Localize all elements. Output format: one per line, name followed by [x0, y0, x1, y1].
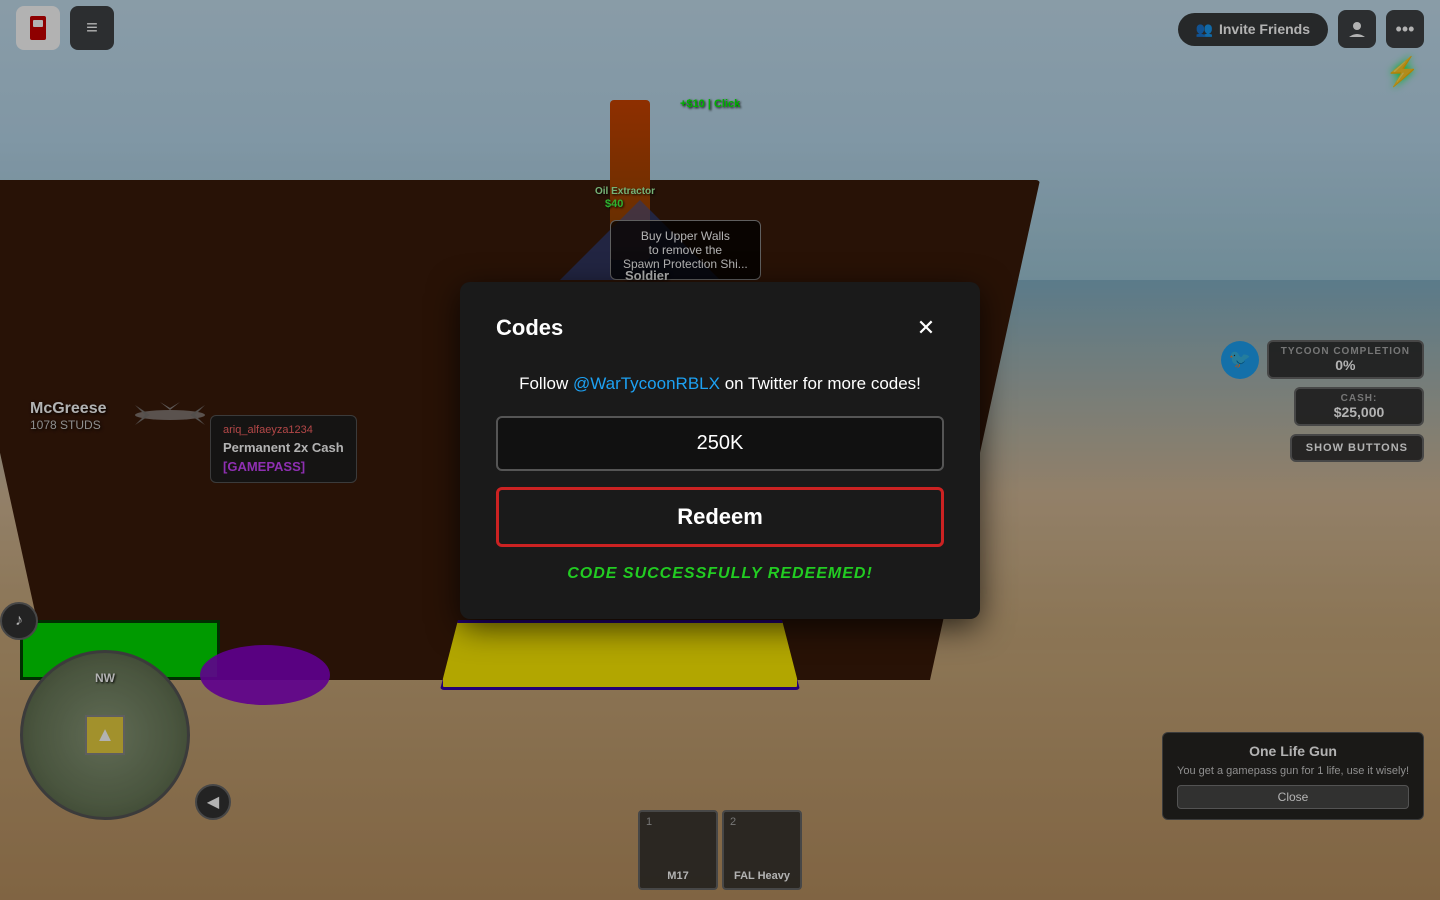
modal-subtitle: Follow @WarTycoonRBLX on Twitter for mor…	[496, 374, 944, 394]
codes-modal: Codes ✕ Follow @WarTycoonRBLX on Twitter…	[460, 282, 980, 619]
modal-header: Codes ✕	[496, 310, 944, 346]
modal-close-button[interactable]: ✕	[908, 310, 944, 346]
modal-overlay: Codes ✕ Follow @WarTycoonRBLX on Twitter…	[0, 0, 1440, 900]
redeem-button[interactable]: Redeem	[496, 487, 944, 547]
success-message: CODE SUCCESSFULLY REDEEMED!	[496, 565, 944, 583]
code-input[interactable]	[496, 416, 944, 471]
modal-title: Codes	[496, 315, 563, 341]
twitter-handle: @WarTycoonRBLX	[573, 374, 720, 393]
